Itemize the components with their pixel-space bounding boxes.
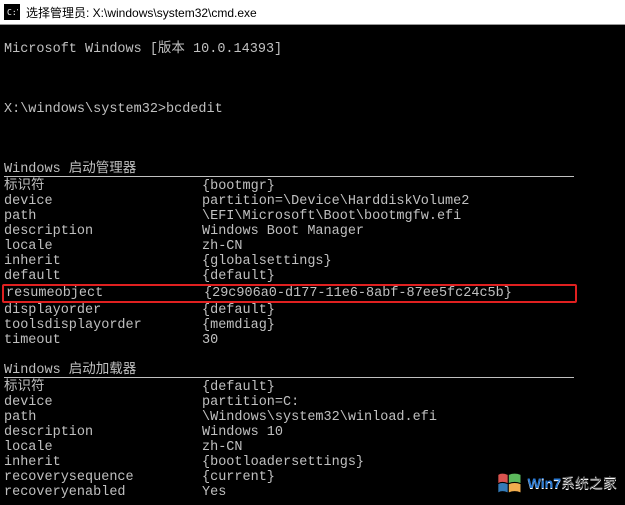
row-key: 标识符 [4,179,202,194]
row-value: {29c906a0-d177-11e6-8abf-87ee5fc24c5b} [204,286,512,301]
row-key: device [4,194,202,209]
output-row: devicepartition=\Device\HarddiskVolume2 [4,194,621,209]
cmd-icon: C:\ [4,4,20,20]
output-row: recoverysequence{current} [4,470,621,485]
titlebar[interactable]: C:\ 选择管理员: X:\windows\system32\cmd.exe [0,0,625,25]
row-key: recoverysequence [4,470,202,485]
row-key: inherit [4,254,202,269]
svg-text:C:\: C:\ [7,8,18,17]
command-typed: bcdedit [166,102,223,117]
row-value: \Windows\system32\winload.efi [202,410,437,425]
output-row: displayorder{default} [4,303,621,318]
row-value: {bootmgr} [202,179,275,194]
output-row: toolsdisplayorder{memdiag} [4,318,621,333]
output-row: inherit{globalsettings} [4,254,621,269]
row-value: zh-CN [202,239,243,254]
terminal-output[interactable]: Microsoft Windows [版本 10.0.14393] X:\win… [0,25,625,505]
output-row: devicepartition=C: [4,395,621,410]
row-value: \EFI\Microsoft\Boot\bootmgfw.efi [202,209,461,224]
row-key: displayorder [4,303,202,318]
output-row: recoveryenabledYes [4,485,621,500]
row-key: recoveryenabled [4,485,202,500]
output-row: localezh-CN [4,440,621,455]
output-row: resumeobject{29c906a0-d177-11e6-8abf-87e… [6,286,575,301]
output-row: path\Windows\system32\winload.efi [4,410,621,425]
output-row: inherit{bootloadersettings} [4,455,621,470]
output-row: localezh-CN [4,239,621,254]
output-row: descriptionWindows 10 [4,425,621,440]
command-prompt-window: C:\ 选择管理员: X:\windows\system32\cmd.exe M… [0,0,625,505]
output-row: 标识符{bootmgr} [4,179,621,194]
row-key: locale [4,440,202,455]
row-key: description [4,425,202,440]
row-key: 标识符 [4,380,202,395]
row-key: device [4,395,202,410]
highlighted-region: resumeobject{29c906a0-d177-11e6-8abf-87e… [2,284,577,303]
row-value: Windows 10 [202,425,283,440]
row-value: partition=\Device\HarddiskVolume2 [202,194,469,209]
row-key: path [4,410,202,425]
prompt-line: X:\windows\system32>bcdedit [4,102,621,117]
output-row: timeout30 [4,333,621,348]
row-key: path [4,209,202,224]
row-key: resumeobject [6,286,204,301]
row-value: {default} [202,269,275,284]
row-value: Windows Boot Manager [202,224,364,239]
row-value: {bootloadersettings} [202,455,364,470]
row-value: {current} [202,470,275,485]
output-row: path\EFI\Microsoft\Boot\bootmgfw.efi [4,209,621,224]
output-row: default{default} [4,269,621,284]
window-title: 选择管理员: X:\windows\system32\cmd.exe [26,4,257,21]
row-value: {default} [202,303,275,318]
row-value: {globalsettings} [202,254,332,269]
row-value: partition=C: [202,395,299,410]
row-key: default [4,269,202,284]
row-key: toolsdisplayorder [4,318,202,333]
section-header: Windows 启动加载器 [4,363,621,378]
row-key: inherit [4,455,202,470]
row-value: 30 [202,333,218,348]
row-key: locale [4,239,202,254]
output-row: descriptionWindows Boot Manager [4,224,621,239]
prompt-path: X:\windows\system32> [4,102,166,117]
row-key: description [4,224,202,239]
row-value: {memdiag} [202,318,275,333]
output-row: 标识符{default} [4,380,621,395]
section-header: Windows 启动管理器 [4,162,621,177]
row-value: {default} [202,380,275,395]
row-value: zh-CN [202,440,243,455]
row-value: Yes [202,485,226,500]
row-key: timeout [4,333,202,348]
version-banner: Microsoft Windows [版本 10.0.14393] [4,42,621,57]
